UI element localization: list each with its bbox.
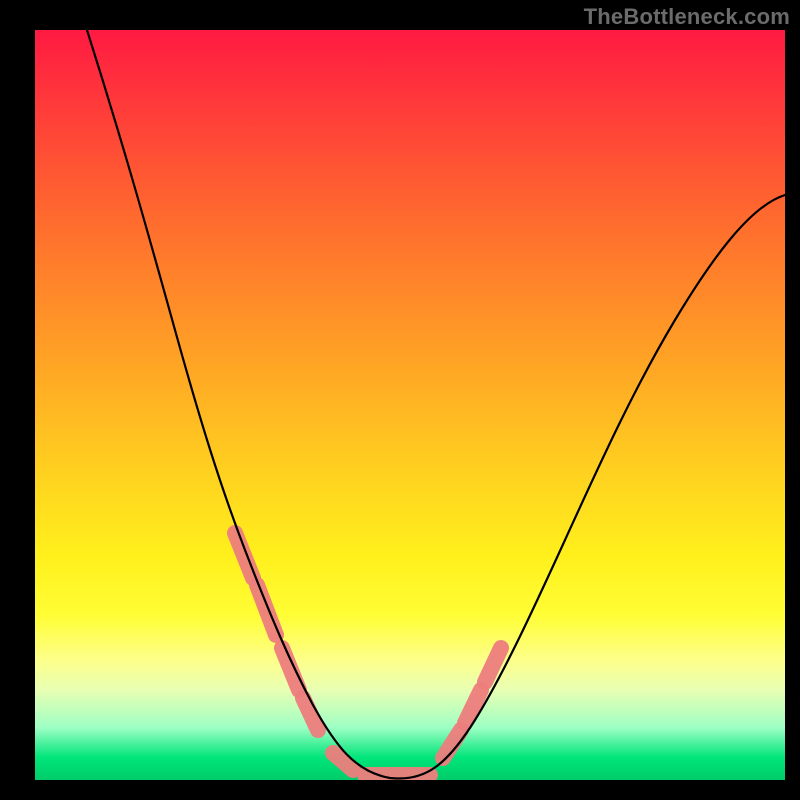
highlight-segment bbox=[257, 585, 276, 635]
highlight-segment bbox=[443, 730, 461, 758]
highlight-segment bbox=[333, 753, 353, 770]
highlight-segment bbox=[465, 690, 481, 723]
curve-svg bbox=[35, 30, 785, 780]
watermark-text: TheBottleneck.com bbox=[584, 4, 790, 30]
highlight-segment bbox=[303, 698, 318, 730]
highlight-segment bbox=[282, 648, 299, 690]
chart-frame: TheBottleneck.com bbox=[0, 0, 800, 800]
highlight-segment bbox=[235, 533, 253, 578]
highlight-segment bbox=[485, 648, 501, 682]
plot-area bbox=[35, 30, 785, 780]
curve-line bbox=[87, 30, 785, 779]
